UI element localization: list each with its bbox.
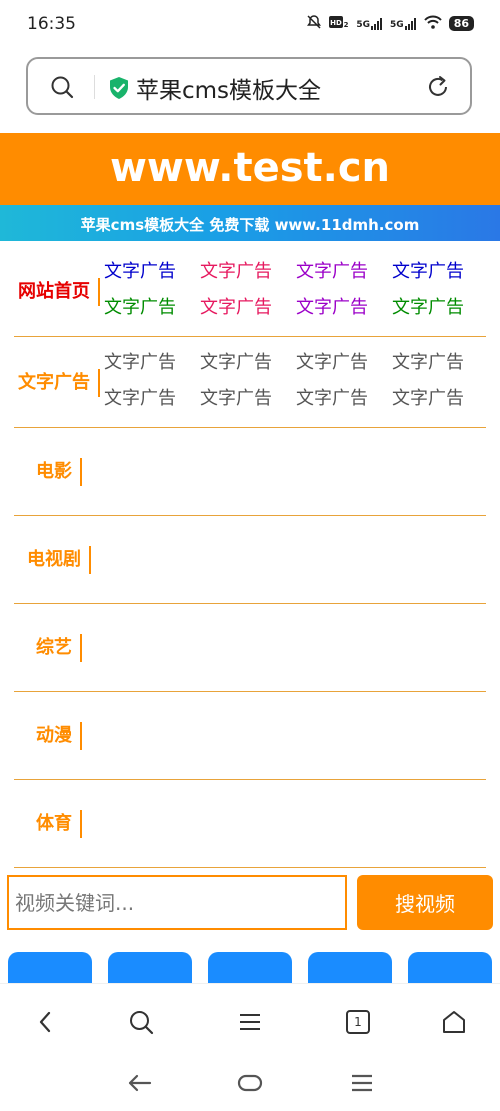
text-ad-link[interactable]: 文字广告 xyxy=(200,387,296,411)
nav-label-anime[interactable]: 动漫 xyxy=(36,722,82,750)
promo-strip[interactable]: 苹果cms模板大全 免费下载 www.11dmh.com xyxy=(0,205,500,241)
text-ad-link[interactable]: 文字广告 xyxy=(392,260,488,284)
signal-icon-1: 5G xyxy=(356,17,383,30)
text-ad-link[interactable]: 文字广告 xyxy=(392,296,488,320)
category-nav: 网站首页 文字广告 文字广告 文字广告 文字广告 文字广告 文字广告 文字广告 … xyxy=(14,246,486,868)
text-ad-link[interactable]: 文字广告 xyxy=(296,387,392,411)
nav-label-text-ads[interactable]: 文字广告 xyxy=(18,369,100,397)
nav-row-movies: 电影 xyxy=(14,428,486,516)
address-url[interactable]: 苹果cms模板大全 xyxy=(136,71,321,105)
search-icon[interactable] xyxy=(50,75,74,103)
text-ad-link[interactable]: 文字广告 xyxy=(392,387,488,411)
signal-icon-2: 5G xyxy=(390,17,417,30)
status-icons: HD 2 5G 5G 86 xyxy=(306,14,474,33)
nav-row-sports: 体育 xyxy=(14,780,486,868)
search-icon[interactable] xyxy=(123,1004,159,1040)
status-time: 16:35 xyxy=(27,14,76,34)
search-video-button[interactable]: 搜视频 xyxy=(357,875,493,930)
network-type-1: 5G xyxy=(356,19,371,30)
menu-icon[interactable] xyxy=(232,1004,268,1040)
video-search: 搜视频 xyxy=(7,875,493,930)
nav-links-home: 文字广告 文字广告 文字广告 文字广告 文字广告 文字广告 文字广告 文字广告 xyxy=(104,260,489,320)
secure-shield-icon xyxy=(108,76,130,104)
status-bar: 16:35 HD 2 5G 5G 86 xyxy=(0,0,500,52)
site-domain[interactable]: www.test.cn xyxy=(0,145,500,191)
home-icon[interactable] xyxy=(436,1004,472,1040)
text-ad-link[interactable]: 文字广告 xyxy=(296,296,392,320)
svg-text:HD: HD xyxy=(331,19,343,27)
address-separator xyxy=(94,75,95,99)
text-ad-link[interactable]: 文字广告 xyxy=(104,260,200,284)
mute-icon xyxy=(306,14,322,33)
promo-strip-text[interactable]: 苹果cms模板大全 免费下载 www.11dmh.com xyxy=(0,214,500,235)
reload-icon[interactable] xyxy=(426,75,450,103)
video-search-input[interactable] xyxy=(7,875,347,930)
browser-toolbar: 1 xyxy=(0,983,500,1056)
nav-row-tv: 电视剧 xyxy=(14,516,486,604)
text-ad-link[interactable]: 文字广告 xyxy=(296,351,392,375)
network-type-2: 5G xyxy=(390,19,404,30)
svg-text:2: 2 xyxy=(344,21,349,29)
text-ad-link[interactable]: 文字广告 xyxy=(296,260,392,284)
address-bar[interactable]: 苹果cms模板大全 xyxy=(26,57,472,115)
nav-row-anime: 动漫 xyxy=(14,692,486,780)
nav-links-text-ads: 文字广告 文字广告 文字广告 文字广告 文字广告 文字广告 文字广告 文字广告 xyxy=(104,351,489,411)
tabs-icon[interactable]: 1 xyxy=(340,1004,376,1040)
text-ad-link[interactable]: 文字广告 xyxy=(104,351,200,375)
nav-label-movies[interactable]: 电影 xyxy=(36,458,82,486)
system-home-icon[interactable] xyxy=(232,1069,268,1097)
battery-icon: 86 xyxy=(448,16,474,31)
text-ad-link[interactable]: 文字广告 xyxy=(200,296,296,320)
nav-label-sports[interactable]: 体育 xyxy=(36,810,82,838)
nav-row-home: 网站首页 文字广告 文字广告 文字广告 文字广告 文字广告 文字广告 文字广告 … xyxy=(14,246,486,337)
text-ad-link[interactable]: 文字广告 xyxy=(200,260,296,284)
system-menu-icon[interactable] xyxy=(344,1069,380,1097)
nav-row-text-ads: 文字广告 文字广告 文字广告 文字广告 文字广告 文字广告 文字广告 文字广告 … xyxy=(14,337,486,428)
text-ad-link[interactable]: 文字广告 xyxy=(392,351,488,375)
nav-label-home[interactable]: 网站首页 xyxy=(18,278,100,306)
back-icon[interactable] xyxy=(28,1004,64,1040)
text-ad-link[interactable]: 文字广告 xyxy=(104,296,200,320)
nav-row-variety: 综艺 xyxy=(14,604,486,692)
system-back-icon[interactable] xyxy=(122,1069,158,1097)
nav-label-variety[interactable]: 综艺 xyxy=(36,634,82,662)
system-nav-bar xyxy=(0,1055,500,1111)
hd-icon: HD 2 xyxy=(329,15,349,32)
text-ad-link[interactable]: 文字广告 xyxy=(200,351,296,375)
tab-count: 1 xyxy=(354,1015,362,1029)
wifi-icon xyxy=(423,15,442,32)
text-ad-link[interactable]: 文字广告 xyxy=(104,387,200,411)
site-banner[interactable]: www.test.cn xyxy=(0,133,500,205)
nav-label-tv[interactable]: 电视剧 xyxy=(27,546,91,574)
